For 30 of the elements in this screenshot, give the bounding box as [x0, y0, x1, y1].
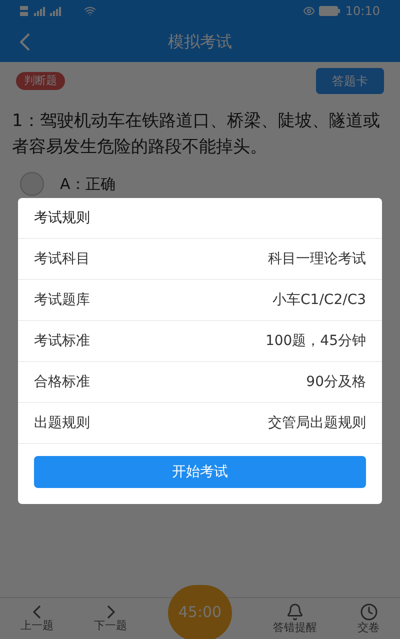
- question-type-tag: 判断题: [16, 72, 65, 90]
- chevron-left-icon: [32, 604, 41, 619]
- page-title: 模拟考试: [168, 31, 232, 53]
- option-radio[interactable]: [20, 172, 44, 196]
- nav-button[interactable]: 上一题: [20, 604, 54, 632]
- clock-time: 10:10: [345, 3, 380, 20]
- rule-value: 科目一理论考试: [268, 250, 366, 268]
- answer-card-button[interactable]: 答题卡: [316, 68, 384, 94]
- chevron-right-icon: [106, 604, 115, 619]
- timer-badge: 45:00: [168, 584, 232, 639]
- rule-label: 出题规则: [34, 414, 90, 432]
- rule-value: 90分及格: [306, 372, 366, 392]
- rule-value: 100题，45分钟: [265, 332, 366, 350]
- option-label: A：正确: [60, 174, 116, 195]
- rule-value: 交管局出题规则: [268, 414, 366, 432]
- clock-icon: [360, 602, 378, 621]
- rule-label: 考试标准: [34, 332, 90, 350]
- rule-value: 小车C1/C2/C3: [272, 290, 366, 310]
- start-exam-button[interactable]: 开始考试: [34, 456, 366, 488]
- nav-button[interactable]: 答错提醒: [272, 602, 317, 634]
- rule-label: 考试科目: [34, 250, 90, 268]
- dialog-title: 考试规则: [33, 208, 91, 228]
- bell-icon: [286, 602, 304, 621]
- battery-icon: [319, 6, 342, 16]
- rule-label: 考试题库: [34, 290, 90, 310]
- question-text: 1：驾驶机动车在铁路道口、桥梁、陡坡、隧道或者容易发生危险的路段不能掉头。: [0, 100, 400, 160]
- eye-icon: [303, 5, 316, 17]
- nav-button[interactable]: 下一题: [94, 604, 128, 632]
- nav-button[interactable]: 交卷: [358, 602, 380, 634]
- rule-label: 合格标准: [34, 372, 90, 392]
